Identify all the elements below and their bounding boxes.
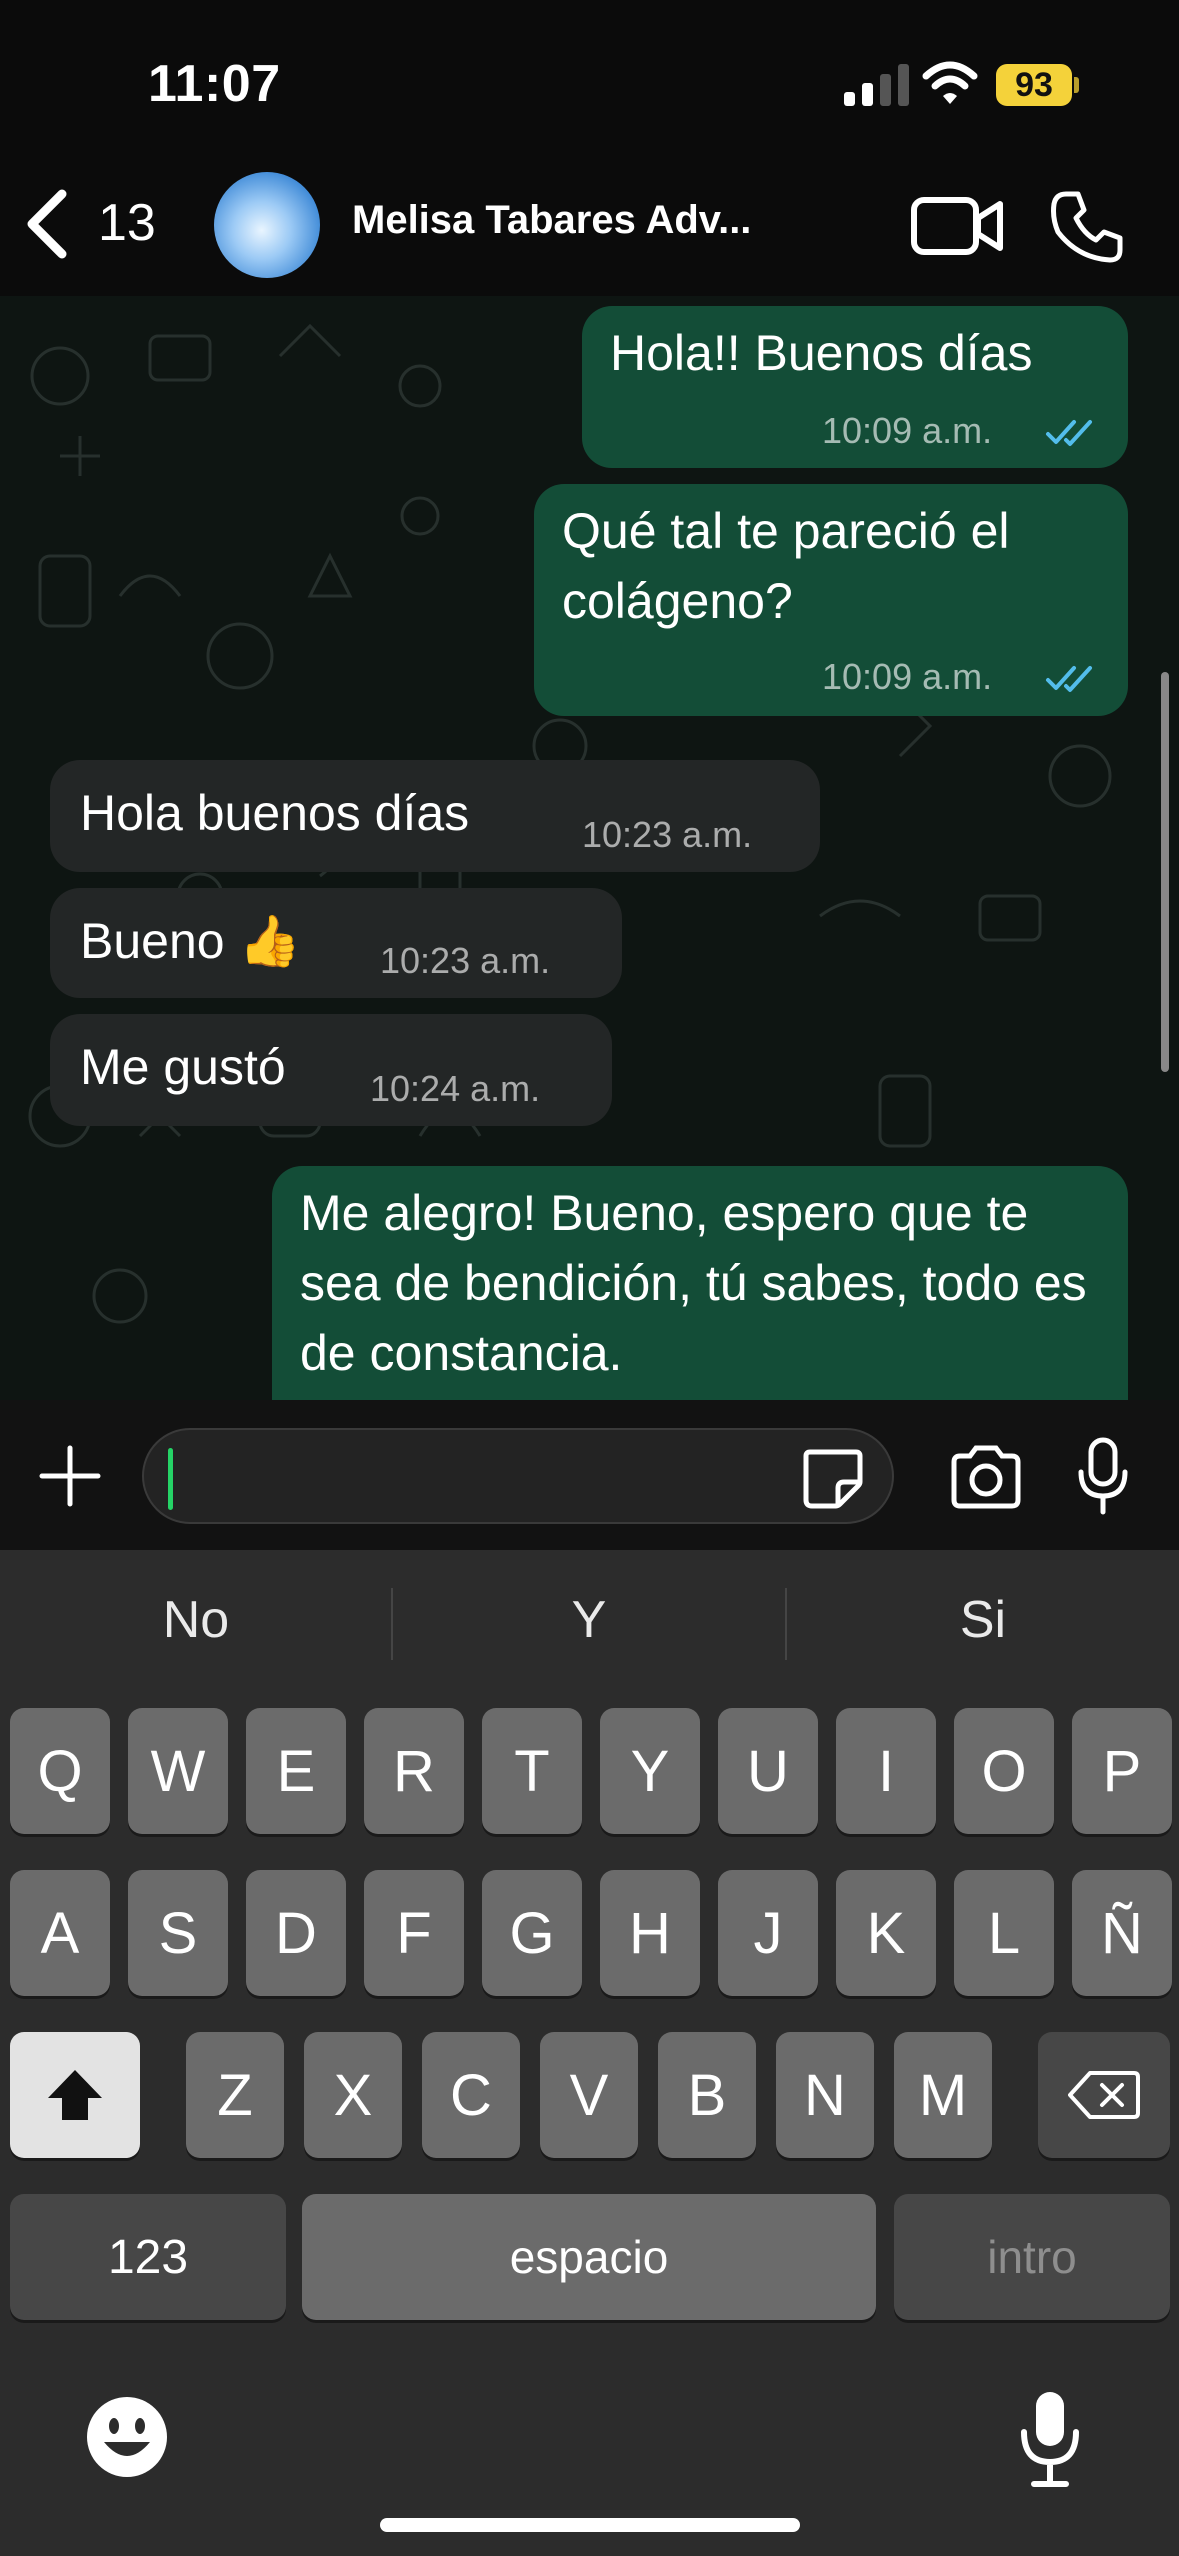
key-f[interactable]: F <box>364 1870 464 1996</box>
message-bubble-outgoing[interactable]: Me alegro! Bueno, espero que te sea de b… <box>272 1166 1128 1400</box>
key-h[interactable]: H <box>600 1870 700 1996</box>
dictation-mic-icon[interactable] <box>1018 2388 1082 2488</box>
chat-scrollbar[interactable] <box>1161 672 1169 1072</box>
message-text: Me alegro! Bueno, espero que te sea de b… <box>300 1185 1087 1381</box>
key-e[interactable]: E <box>246 1708 346 1834</box>
key-l[interactable]: L <box>954 1870 1054 1996</box>
suggestion-2[interactable]: Y <box>393 1590 785 1650</box>
key-r[interactable]: R <box>364 1708 464 1834</box>
key-n[interactable]: N <box>776 2032 874 2158</box>
battery-indicator: 93 <box>996 64 1072 106</box>
key-u[interactable]: U <box>718 1708 818 1834</box>
key-z[interactable]: Z <box>186 2032 284 2158</box>
message-input[interactable] <box>142 1428 894 1524</box>
message-bubble-incoming[interactable]: Me gustó 10:24 a.m. <box>50 1014 612 1126</box>
message-time: 10:09 a.m. <box>822 410 993 451</box>
message-text: Bueno 👍 <box>80 913 301 969</box>
video-call-icon[interactable] <box>910 190 1006 262</box>
status-time: 11:07 <box>148 55 281 113</box>
key-o[interactable]: O <box>954 1708 1054 1834</box>
backspace-icon <box>1068 2071 1140 2119</box>
key-y[interactable]: Y <box>600 1708 700 1834</box>
key-m[interactable]: M <box>894 2032 992 2158</box>
suggestion-1[interactable]: No <box>0 1590 392 1650</box>
phone-call-icon[interactable] <box>1048 188 1126 266</box>
key-k[interactable]: K <box>836 1870 936 1996</box>
microphone-icon[interactable] <box>1076 1436 1130 1516</box>
return-key[interactable]: intro <box>894 2194 1170 2320</box>
message-text: Hola buenos días <box>80 785 470 841</box>
back-chevron-icon[interactable] <box>22 188 72 260</box>
key-v[interactable]: V <box>540 2032 638 2158</box>
key-p[interactable]: P <box>1072 1708 1172 1834</box>
suggestion-3[interactable]: Si <box>787 1590 1179 1650</box>
key-t[interactable]: T <box>482 1708 582 1834</box>
message-text: Qué tal te pareció el colágeno? <box>562 503 1010 629</box>
message-text: Hola!! Buenos días <box>610 325 1033 381</box>
message-time: 10:24 a.m. <box>370 1068 541 1109</box>
key-s[interactable]: S <box>128 1870 228 1996</box>
message-time: 10:23 a.m. <box>380 940 551 981</box>
key-w[interactable]: W <box>128 1708 228 1834</box>
plus-icon[interactable] <box>38 1444 102 1508</box>
key-g[interactable]: G <box>482 1870 582 1996</box>
message-bubble-outgoing[interactable]: Qué tal te pareció el colágeno? 10:09 a.… <box>534 484 1128 716</box>
key-j[interactable]: J <box>718 1870 818 1996</box>
contact-name[interactable]: Melisa Tabares Adv... <box>352 198 751 243</box>
shift-key[interactable] <box>10 2032 140 2158</box>
delete-key[interactable] <box>1038 2032 1170 2158</box>
wifi-icon <box>922 61 978 104</box>
text-cursor <box>168 1448 173 1510</box>
message-bubble-incoming[interactable]: Bueno 👍 10:23 a.m. <box>50 888 622 998</box>
read-receipt-icon <box>1046 420 1092 446</box>
message-bubble-incoming[interactable]: Hola buenos días 10:23 a.m. <box>50 760 820 872</box>
key-c[interactable]: C <box>422 2032 520 2158</box>
home-indicator[interactable] <box>380 2518 800 2532</box>
emoji-keyboard-icon[interactable] <box>84 2394 170 2480</box>
key-b[interactable]: B <box>658 2032 756 2158</box>
unread-count[interactable]: 13 <box>98 193 156 253</box>
message-text: Me gustó <box>80 1039 286 1095</box>
cellular-signal-icon <box>844 64 909 106</box>
chat-area[interactable]: Hola!! Buenos días 10:09 a.m. Qué tal te… <box>0 296 1179 1400</box>
contact-avatar[interactable] <box>214 172 320 278</box>
key-n-tilde[interactable]: Ñ <box>1072 1870 1172 1996</box>
sticker-icon[interactable] <box>800 1444 866 1510</box>
message-bubble-outgoing[interactable]: Hola!! Buenos días 10:09 a.m. <box>582 306 1128 468</box>
numbers-key[interactable]: 123 <box>10 2194 286 2320</box>
key-q[interactable]: Q <box>10 1708 110 1834</box>
key-d[interactable]: D <box>246 1870 346 1996</box>
message-time: 10:09 a.m. <box>822 656 993 697</box>
key-x[interactable]: X <box>304 2032 402 2158</box>
camera-icon[interactable] <box>948 1444 1024 1510</box>
shift-icon <box>48 2070 102 2120</box>
key-i[interactable]: I <box>836 1708 936 1834</box>
battery-tip <box>1074 77 1079 93</box>
space-key[interactable]: espacio <box>302 2194 876 2320</box>
message-time: 10:23 a.m. <box>582 814 753 855</box>
key-a[interactable]: A <box>10 1870 110 1996</box>
read-receipt-icon <box>1046 666 1092 692</box>
